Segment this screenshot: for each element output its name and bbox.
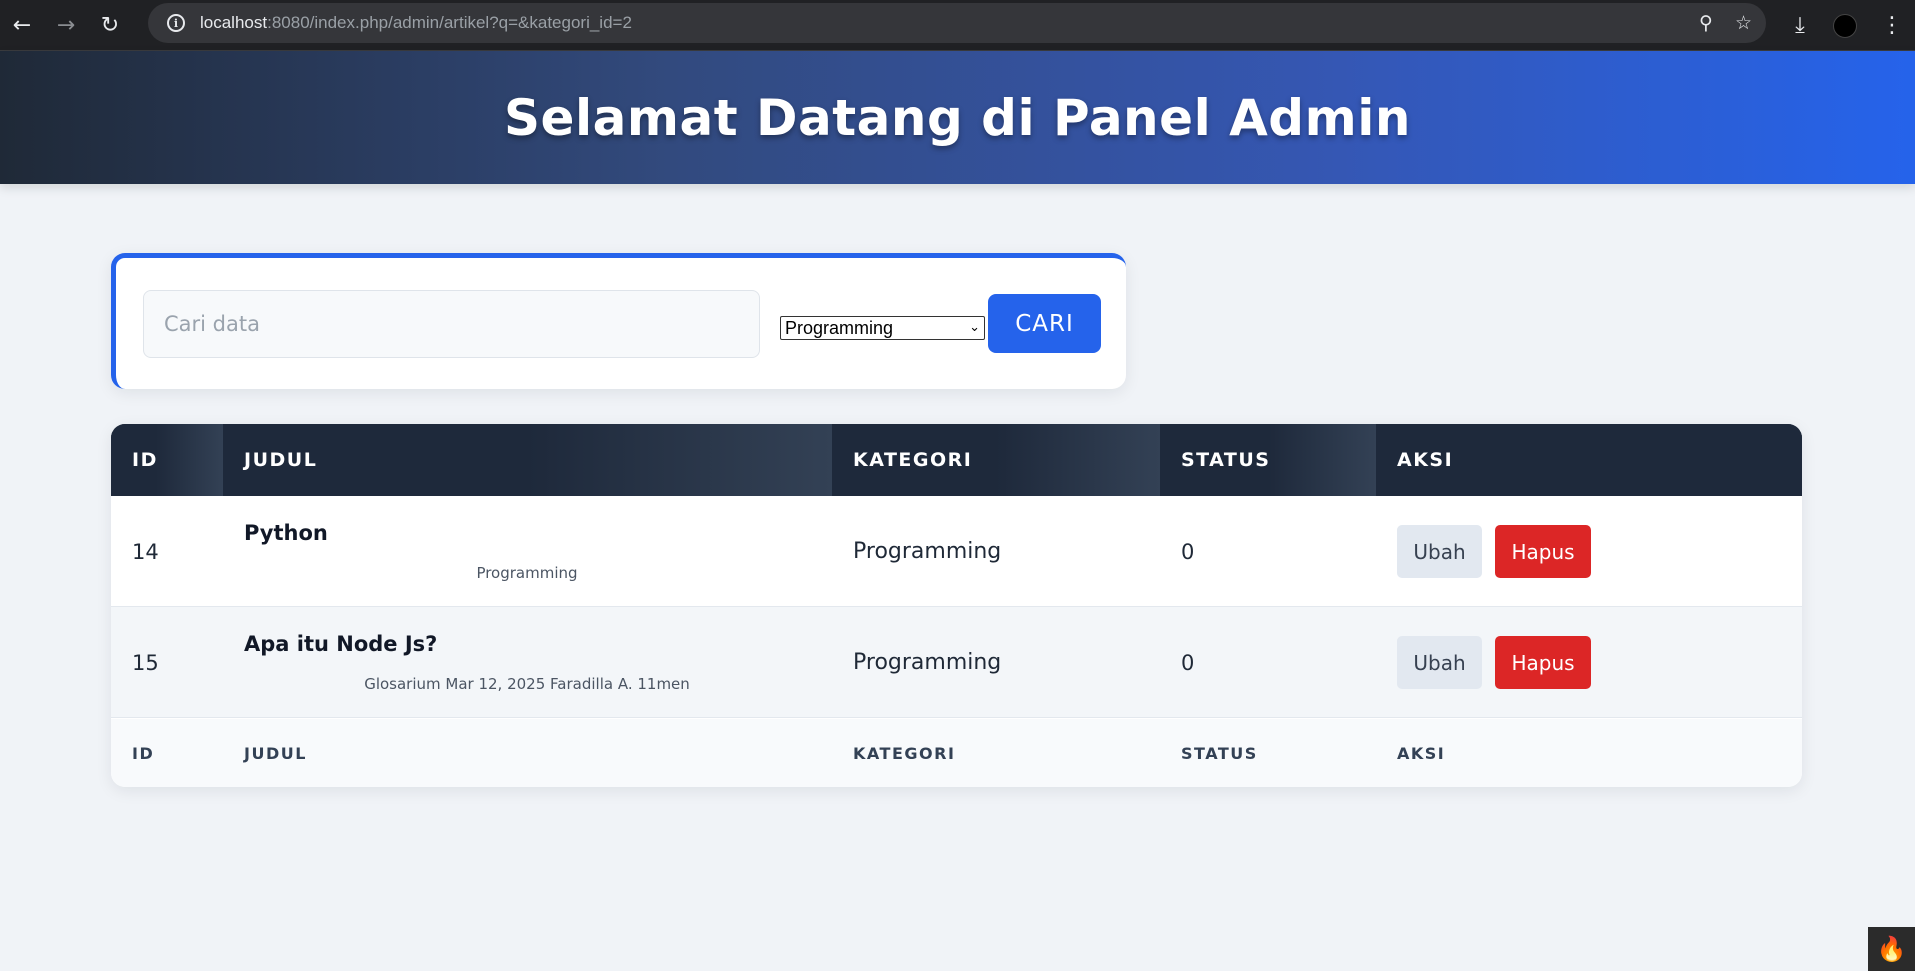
download-icon[interactable]: ⤓ [1780,0,1820,51]
url-host: localhost [200,13,268,32]
page-header: Selamat Datang di Panel Admin [0,51,1915,184]
menu-kebab-icon[interactable]: ⋮ [1872,0,1912,51]
column-header-id: ID [111,424,223,496]
page-title: Selamat Datang di Panel Admin [504,88,1411,147]
articles-table: ID JUDUL KATEGORI STATUS AKSI 14 Python … [111,424,1802,787]
cell-id: 15 [132,650,159,675]
footer-status: STATUS [1181,743,1258,763]
footer-judul: JUDUL [244,743,307,763]
bookmark-star-icon[interactable]: ☆ [1735,12,1752,34]
footer-aksi: AKSI [1397,743,1446,763]
cell-kategori: Programming [853,539,1002,564]
debug-toolbar-flame-icon[interactable]: 🔥 [1868,927,1915,971]
table-header: ID JUDUL KATEGORI STATUS AKSI [111,424,1802,496]
column-header-status: STATUS [1160,424,1376,496]
article-meta: Programming [476,564,578,582]
url-text[interactable]: localhost:8080/index.php/admin/artikel?q… [200,13,632,33]
site-info-icon[interactable]: i [156,14,196,32]
cell-status: 0 [1181,650,1195,675]
column-header-kategori: KATEGORI [832,424,1160,496]
delete-button[interactable]: Hapus [1495,636,1591,689]
table-footer: ID JUDUL KATEGORI STATUS AKSI [111,719,1802,787]
edit-button[interactable]: Ubah [1397,525,1482,578]
cell-aksi: Ubah Hapus [1397,636,1591,689]
category-select-value: Programming [785,317,894,338]
column-header-judul: JUDUL [223,424,832,496]
forward-icon[interactable]: → [44,0,88,51]
category-select[interactable]: Programming ⌄ [780,316,985,340]
footer-id: ID [132,743,155,763]
browser-toolbar: ← → ↻ i localhost:8080/index.php/admin/a… [0,0,1915,51]
table-row: 15 Apa itu Node Js? Glosarium Mar 12, 20… [111,607,1802,718]
table-row: 14 Python Programming Programming 0 Ubah… [111,496,1802,607]
article-title: Python [244,521,328,545]
cell-kategori: Programming [853,650,1002,675]
search-card: Programming ⌄ CARI [111,253,1126,389]
cell-id: 14 [132,539,159,564]
cell-judul: Python Programming [244,496,810,607]
article-meta: Glosarium Mar 12, 2025 Faradilla A. 11me… [364,675,690,693]
zoom-icon[interactable]: ⚲ [1699,12,1713,34]
search-button[interactable]: CARI [988,294,1101,353]
column-header-aksi: AKSI [1376,424,1802,496]
back-icon[interactable]: ← [0,0,44,51]
search-input[interactable] [143,290,760,358]
address-bar[interactable]: i localhost:8080/index.php/admin/artikel… [148,3,1766,43]
cell-status: 0 [1181,539,1195,564]
cell-aksi: Ubah Hapus [1397,525,1591,578]
chevron-down-icon: ⌄ [969,319,980,334]
article-title: Apa itu Node Js? [244,632,438,656]
delete-button[interactable]: Hapus [1495,525,1591,578]
footer-kategori: KATEGORI [853,743,956,763]
edit-button[interactable]: Ubah [1397,636,1482,689]
url-path: :8080/index.php/admin/artikel?q=&kategor… [267,13,632,32]
reload-icon[interactable]: ↻ [88,0,132,51]
cell-judul: Apa itu Node Js? Glosarium Mar 12, 2025 … [244,607,810,718]
profile-avatar[interactable] [1825,0,1865,51]
